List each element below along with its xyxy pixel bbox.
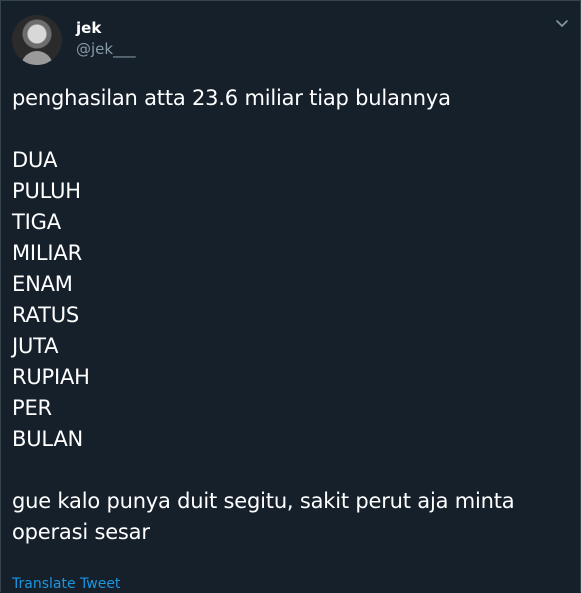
tweet-text: penghasilan atta 23.6 miliar tiap bulann… [12, 83, 562, 548]
word-line: MILIAR [12, 241, 82, 265]
author-display-name[interactable]: jek [76, 19, 101, 37]
word-line: PER [12, 396, 52, 420]
chevron-down-icon[interactable] [554, 15, 570, 31]
word-line: PULUH [12, 179, 81, 203]
word-line: ENAM [12, 272, 73, 296]
word-line: RATUS [12, 303, 80, 327]
word-line: RUPIAH [12, 365, 90, 389]
tweet-header: jek @jek___ [12, 15, 580, 67]
word-line: BULAN [12, 427, 84, 451]
tweet-intro-line: penghasilan atta 23.6 miliar tiap bulann… [12, 86, 451, 110]
word-line: DUA [12, 148, 58, 172]
tweet-card: jek @jek___ penghasilan atta 23.6 miliar… [0, 0, 581, 592]
tweet-outro-line: operasi sesar [12, 520, 150, 544]
tweet-outro-line: gue kalo punya duit segitu, sakit perut … [12, 489, 515, 513]
word-line: TIGA [12, 210, 61, 234]
word-line: JUTA [12, 334, 59, 358]
translate-tweet-link[interactable]: Translate Tweet [12, 576, 120, 593]
avatar[interactable] [12, 15, 62, 65]
author-handle[interactable]: @jek___ [76, 40, 136, 58]
